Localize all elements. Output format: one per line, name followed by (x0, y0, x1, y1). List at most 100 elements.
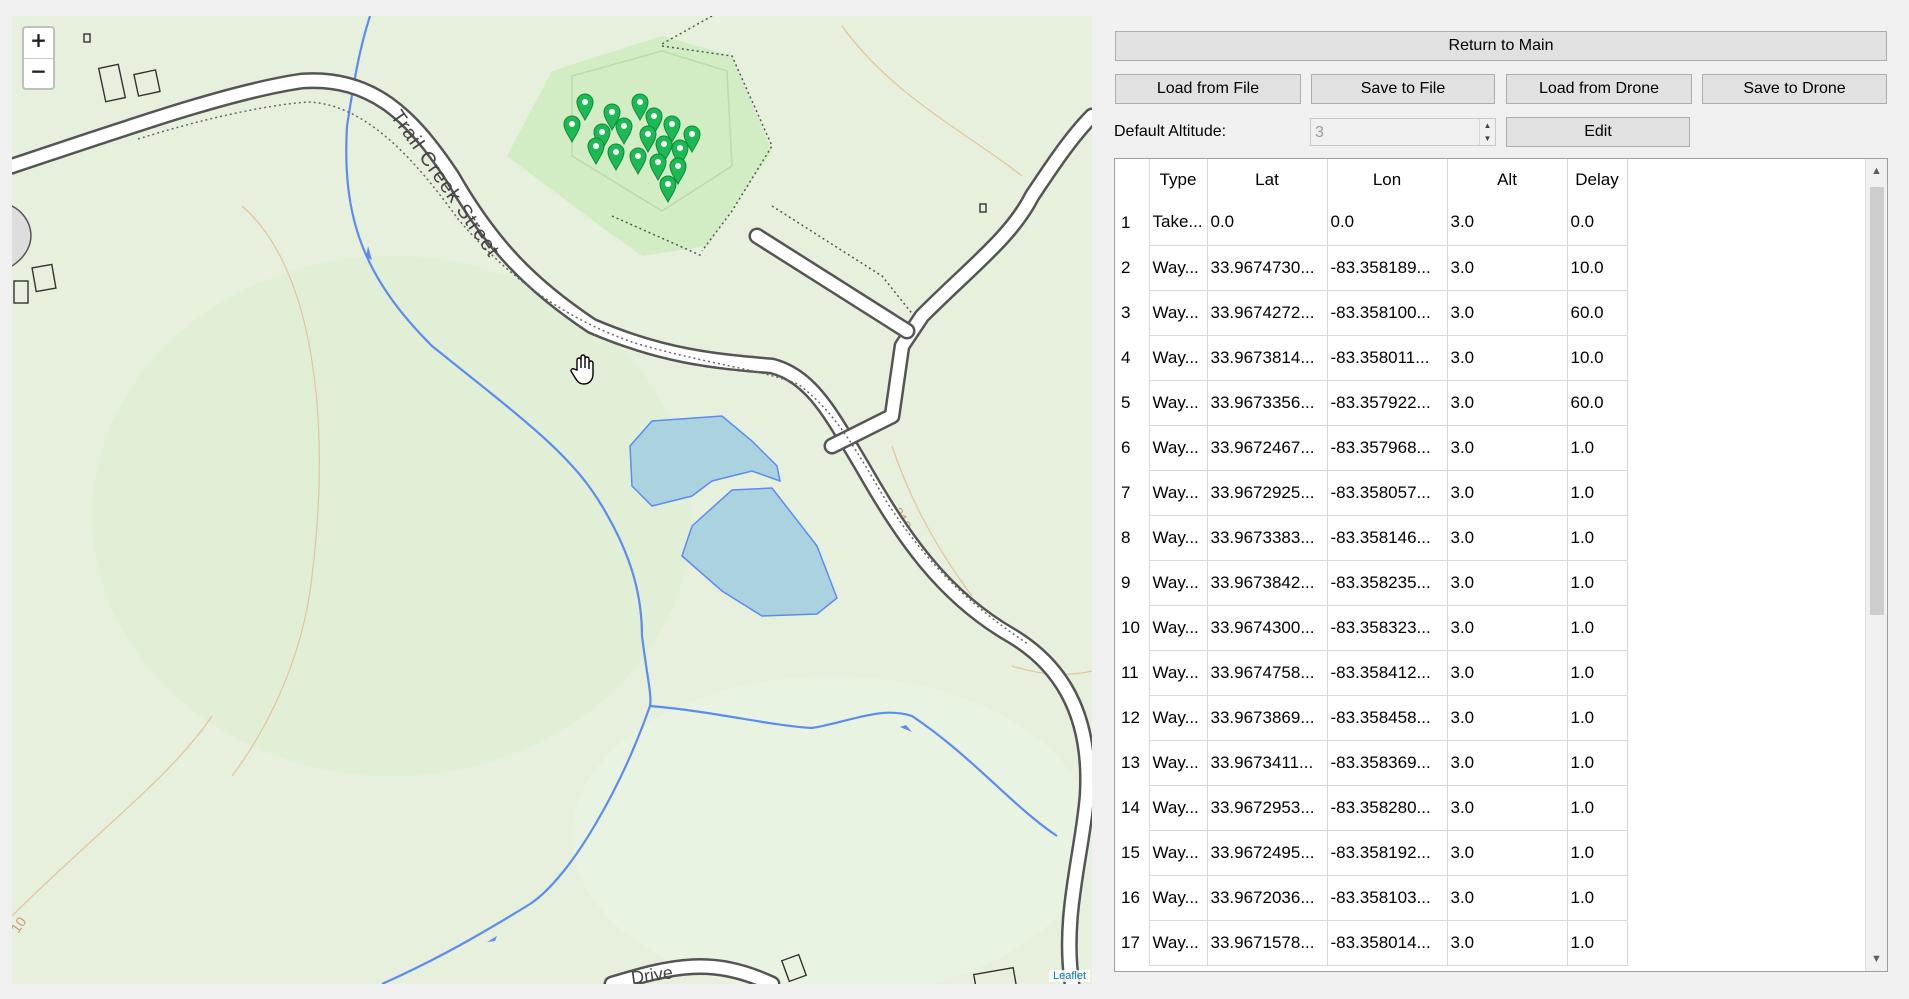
cell-type[interactable]: Way... (1149, 605, 1208, 651)
table-row[interactable]: 4 Way... 33.9673814... -83.358011... 3.0 10.0 (1115, 335, 1628, 381)
cell-type[interactable]: Way... (1149, 335, 1208, 381)
cell-type[interactable]: Way... (1149, 875, 1208, 921)
table-row[interactable]: 9 Way... 33.9673842... -83.358235... 3.0 1.0 (1115, 560, 1628, 606)
cell-delay[interactable]: 1.0 (1567, 560, 1628, 606)
cell-alt[interactable]: 3.0 (1447, 335, 1568, 381)
cell-type[interactable]: Way... (1149, 515, 1208, 561)
corner-header[interactable] (1115, 159, 1150, 200)
cell-lon[interactable]: -83.358369... (1327, 740, 1448, 786)
cell-lat[interactable]: 33.9673814... (1207, 335, 1328, 381)
spin-down-icon[interactable]: ▼ (1480, 132, 1495, 145)
cell-type[interactable]: Way... (1149, 650, 1208, 696)
cell-lat[interactable]: 33.9673869... (1207, 695, 1328, 741)
cell-lat[interactable]: 33.9671578... (1207, 920, 1328, 966)
column-header-alt[interactable]: Alt (1447, 159, 1568, 200)
table-row[interactable]: 17 Way... 33.9671578... -83.358014... 3.0 1.0 (1115, 920, 1628, 966)
cell-lon[interactable]: -83.358412... (1327, 650, 1448, 696)
cell-lon[interactable]: -83.358458... (1327, 695, 1448, 741)
cell-lon[interactable]: -83.358280... (1327, 785, 1448, 831)
table-row[interactable]: 8 Way... 33.9673383... -83.358146... 3.0 1.0 (1115, 515, 1628, 561)
cell-delay[interactable]: 10.0 (1567, 245, 1628, 291)
cell-type[interactable]: Way... (1149, 740, 1208, 786)
table-row[interactable]: 7 Way... 33.9672925... -83.358057... 3.0 1.0 (1115, 470, 1628, 516)
cell-lon[interactable]: -83.358014... (1327, 920, 1448, 966)
row-header[interactable]: 17 (1115, 920, 1150, 965)
waypoint-table[interactable]: Type Lat Lon Alt Delay 1 Take... 0.0 0.0 3.0… (1114, 158, 1888, 972)
scroll-up-icon[interactable]: ▲ (1866, 161, 1887, 181)
cell-lat[interactable]: 33.9673842... (1207, 560, 1328, 606)
cell-delay[interactable]: 1.0 (1567, 740, 1628, 786)
row-header[interactable]: 2 (1115, 245, 1150, 290)
zoom-in-button[interactable]: + (24, 28, 53, 58)
cell-lat[interactable]: 33.9674730... (1207, 245, 1328, 291)
cell-alt[interactable]: 3.0 (1447, 605, 1568, 651)
cell-type[interactable]: Way... (1149, 695, 1208, 741)
edit-button[interactable]: Edit (1506, 117, 1690, 147)
scrollbar-thumb[interactable] (1870, 187, 1884, 615)
cell-lat[interactable]: 33.9673356... (1207, 380, 1328, 426)
row-header[interactable]: 5 (1115, 380, 1150, 425)
cell-alt[interactable]: 3.0 (1447, 425, 1568, 471)
cell-alt[interactable]: 3.0 (1447, 830, 1568, 876)
save-to-drone-button[interactable]: Save to Drone (1702, 74, 1887, 104)
cell-type[interactable]: Way... (1149, 785, 1208, 831)
cell-lat[interactable]: 33.9672495... (1207, 830, 1328, 876)
row-header[interactable]: 3 (1115, 290, 1150, 335)
cell-lat[interactable]: 33.9672467... (1207, 425, 1328, 471)
cell-lon[interactable]: -83.358192... (1327, 830, 1448, 876)
cell-lon[interactable]: -83.358100... (1327, 290, 1448, 336)
cell-lat[interactable]: 33.9673411... (1207, 740, 1328, 786)
cell-alt[interactable]: 3.0 (1447, 695, 1568, 741)
cell-type[interactable]: Way... (1149, 920, 1208, 966)
cell-alt[interactable]: 3.0 (1447, 515, 1568, 561)
cell-lat[interactable]: 33.9673383... (1207, 515, 1328, 561)
cell-lat[interactable]: 33.9674300... (1207, 605, 1328, 651)
cell-delay[interactable]: 60.0 (1567, 380, 1628, 426)
cell-delay[interactable]: 1.0 (1567, 650, 1628, 696)
cell-lat[interactable]: 33.9672925... (1207, 470, 1328, 516)
cell-delay[interactable]: 1.0 (1567, 920, 1628, 966)
cell-delay[interactable]: 1.0 (1567, 425, 1628, 471)
cell-alt[interactable]: 3.0 (1447, 470, 1568, 516)
cell-type[interactable]: Way... (1149, 425, 1208, 471)
cell-lon[interactable]: -83.358235... (1327, 560, 1448, 606)
cell-type[interactable]: Way... (1149, 380, 1208, 426)
cell-lon[interactable]: -83.358057... (1327, 470, 1448, 516)
cell-type[interactable]: Take... (1149, 200, 1208, 246)
table-row[interactable]: 6 Way... 33.9672467... -83.357968... 3.0 1.0 (1115, 425, 1628, 471)
cell-alt[interactable]: 3.0 (1447, 200, 1568, 246)
row-header[interactable]: 14 (1115, 785, 1150, 830)
cell-alt[interactable]: 3.0 (1447, 650, 1568, 696)
table-row[interactable]: 2 Way... 33.9674730... -83.358189... 3.0 10.0 (1115, 245, 1628, 291)
scroll-down-icon[interactable]: ▼ (1866, 949, 1887, 969)
cell-alt[interactable]: 3.0 (1447, 380, 1568, 426)
table-row[interactable]: 14 Way... 33.9672953... -83.358280... 3.0 1.0 (1115, 785, 1628, 831)
cell-lat[interactable]: 33.9674758... (1207, 650, 1328, 696)
return-to-main-button[interactable]: Return to Main (1115, 31, 1887, 61)
spin-arrows[interactable]: ▲ ▼ (1479, 119, 1495, 145)
cell-lon[interactable]: -83.358011... (1327, 335, 1448, 381)
cell-lat[interactable]: 33.9672953... (1207, 785, 1328, 831)
cell-lon[interactable]: -83.358103... (1327, 875, 1448, 921)
cell-lat[interactable]: 33.9674272... (1207, 290, 1328, 336)
column-header-lat[interactable]: Lat (1207, 159, 1328, 200)
cell-alt[interactable]: 3.0 (1447, 560, 1568, 606)
table-row[interactable]: 10 Way... 33.9674300... -83.358323... 3.0 1.0 (1115, 605, 1628, 651)
cell-alt[interactable]: 3.0 (1447, 290, 1568, 336)
load-from-drone-button[interactable]: Load from Drone (1506, 74, 1692, 104)
table-row[interactable]: 12 Way... 33.9673869... -83.358458... 3.0 1.0 (1115, 695, 1628, 741)
zoom-out-button[interactable]: − (24, 58, 53, 88)
cell-alt[interactable]: 3.0 (1447, 785, 1568, 831)
row-header[interactable]: 1 (1115, 200, 1150, 245)
cell-delay[interactable]: 1.0 (1567, 695, 1628, 741)
table-row[interactable]: 16 Way... 33.9672036... -83.358103... 3.0 1.0 (1115, 875, 1628, 921)
row-header[interactable]: 16 (1115, 875, 1150, 920)
cell-delay[interactable]: 1.0 (1567, 470, 1628, 516)
cell-delay[interactable]: 60.0 (1567, 290, 1628, 336)
table-row[interactable]: 15 Way... 33.9672495... -83.358192... 3.0 1.0 (1115, 830, 1628, 876)
leaflet-attribution[interactable]: Leaflet (1048, 970, 1090, 982)
row-header[interactable]: 7 (1115, 470, 1150, 515)
row-header[interactable]: 6 (1115, 425, 1150, 470)
cell-type[interactable]: Way... (1149, 245, 1208, 291)
cell-lat[interactable]: 33.9672036... (1207, 875, 1328, 921)
